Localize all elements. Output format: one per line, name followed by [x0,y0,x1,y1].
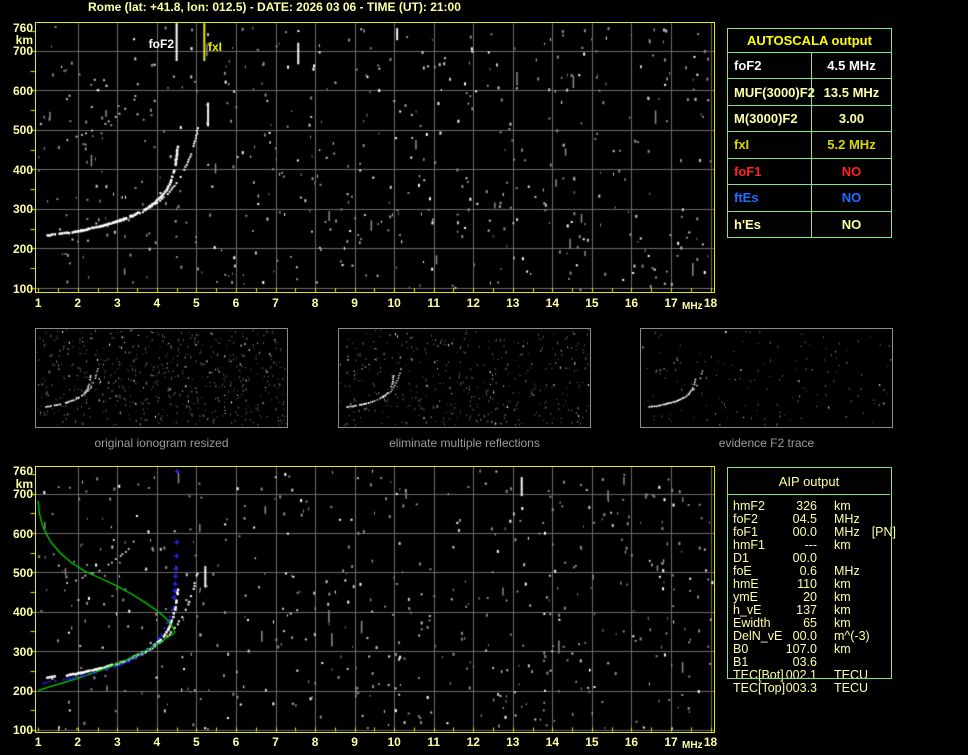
aip-row-note: [PN] [871,525,897,539]
x-tick-label: 3 [113,735,121,749]
x-tick-label: 16 [624,296,639,310]
fof2-marker-label: foF2 [148,37,174,51]
x-tick-label: 11 [427,296,441,310]
aip-row-tectop: TEC[Top] 003.3 TECU [733,682,913,695]
x-tick-label: 11 [427,735,441,749]
y-axis-unit-label: km [15,476,33,491]
aip-row-unit: km [834,538,851,552]
y-tick-label: 760 [12,463,33,478]
aip-output-table: hmF2 326 km foF2 04.5 MHz foF1 00.0 MHz [PN] hmF1-… [733,500,913,695]
autoscala-row-m3000f2: M(3000)F2 3.00 [728,105,891,133]
x-tick-label: 13 [506,735,520,749]
autoscala-row-value: 4.5 MHz [827,58,876,74]
autoscala-row-ftes: ftEs NO [728,185,891,212]
y-tick-label: 600 [12,526,33,541]
x-tick-label: 2 [74,735,82,749]
thumbnail-caption-original: original ionogram resized [94,436,229,450]
autoscala-row-value: 3.00 [838,111,865,127]
autoscala-row-fof2: foF2 4.5 MHz [728,53,891,80]
x-tick-label: 2 [74,296,82,310]
y-tick-label: 300 [12,644,33,659]
x-tick-label: 9 [351,296,358,310]
x-tick-label: 10 [387,735,401,749]
y-tick-label: 600 [12,83,33,98]
x-tick-label: 8 [311,296,319,310]
autoscala-row-label: fxI [728,132,812,158]
x-tick-label: 17 [664,735,678,749]
autoscala-row-label: h'Es [728,211,812,237]
autoscala-row-label: M(3000)F2 [728,105,812,132]
aip-table-header: AIP output [778,474,840,489]
thumbnail-caption-f2-trace: evidence F2 trace [718,436,815,450]
aip-row-foe: foE 0.6 MHz [733,565,913,578]
y-tick-label: 500 [12,123,33,138]
y-tick-label: 100 [12,281,33,296]
autoscala-row-fof1: foF1 NO [728,158,891,186]
autoscala-row-label: foF1 [728,158,812,185]
aip-row-unit: km [834,642,851,656]
x-tick-label: 15 [585,296,599,310]
x-tick-label: 15 [585,735,599,749]
autoscala-table-header: AUTOSCALA output [728,29,891,53]
x-axis-unit-label: MHz [682,740,703,751]
autoscala-row-label: MUF(3000)F2 [728,79,815,105]
x-tick-label: 16 [624,735,639,749]
x-tick-label: 6 [232,735,240,749]
autoscala-row-value: NO [841,163,862,179]
page-title: Rome (lat: +41.8, lon: 012.5) - DATE: 20… [88,0,461,14]
x-tick-label: 17 [664,296,678,310]
y-tick-label: 300 [12,202,33,217]
aip-row-value: 003.3 [785,681,817,695]
x-tick-label: 5 [193,735,200,749]
autoscala-output-screen: Rome (lat: +41.8, lon: 012.5) - DATE: 20… [0,0,968,755]
x-tick-label: 9 [351,735,358,749]
autoscala-output-table: AUTOSCALA output foF2 4.5 MHz MUF(3000)F2 1… [727,28,892,238]
autoscala-row-hes: h'Es NO [728,211,891,237]
autoscala-row-value: NO [841,216,862,232]
aip-row-d1: D1 00.0 [733,552,913,565]
thumbnail-caption-reflections: eliminate multiple reflections [389,436,540,450]
y-tick-label: 500 [12,565,33,580]
y-tick-label: 200 [12,684,33,699]
x-tick-label: 14 [545,296,560,310]
x-tick-label: 4 [153,296,161,310]
aip-row-unit: TECU [834,681,869,695]
autoscala-row-value: 5.2 MHz [827,137,876,153]
autoscala-row-fxi: fxI 5.2 MHz [728,132,891,159]
aip-row-delnve: DelN_vE 00.0 m^(-3) [733,630,913,643]
x-tick-label: 12 [466,296,480,310]
aip-row-b0: B0 107.0 km [733,643,913,656]
x-tick-label: 7 [272,735,279,749]
x-tick-label: 10 [387,296,401,310]
x-tick-label: 5 [193,296,200,310]
y-tick-label: 400 [12,162,33,177]
aip-row-hmf2: hmF2 326 km [733,500,913,513]
x-tick-label: 13 [506,296,520,310]
autoscala-row-label: foF2 [728,53,812,79]
autoscala-row-value: NO [841,190,862,206]
x-tick-label: 14 [545,735,560,749]
fxi-marker-label: fxI [208,40,223,54]
aip-row-hmf1: hmF1 --- km [733,539,913,552]
x-tick-label: 1 [34,735,42,749]
x-tick-label: 3 [113,296,121,310]
x-axis-unit-label: MHz [682,301,703,312]
autoscala-row-muf3000f2: MUF(3000)F2 13.5 MHz [728,79,891,106]
aip-row-hme: hmE 110 km [733,578,913,591]
autoscala-row-label: ftEs [728,185,812,211]
x-tick-label: 4 [153,735,161,749]
autoscala-row-value: 13.5 MHz [823,84,880,100]
x-tick-label: 8 [311,735,319,749]
x-tick-label: 12 [466,735,480,749]
x-tick-label: 7 [272,296,279,310]
aip-row-label: TEC[Top] [733,681,786,695]
y-axis-unit-label: km [15,32,33,47]
aip-header-divider [728,494,890,495]
y-tick-label: 400 [12,605,33,620]
x-tick-label: 1 [34,296,42,310]
y-tick-label: 200 [12,241,33,256]
x-tick-label: 6 [232,296,240,310]
